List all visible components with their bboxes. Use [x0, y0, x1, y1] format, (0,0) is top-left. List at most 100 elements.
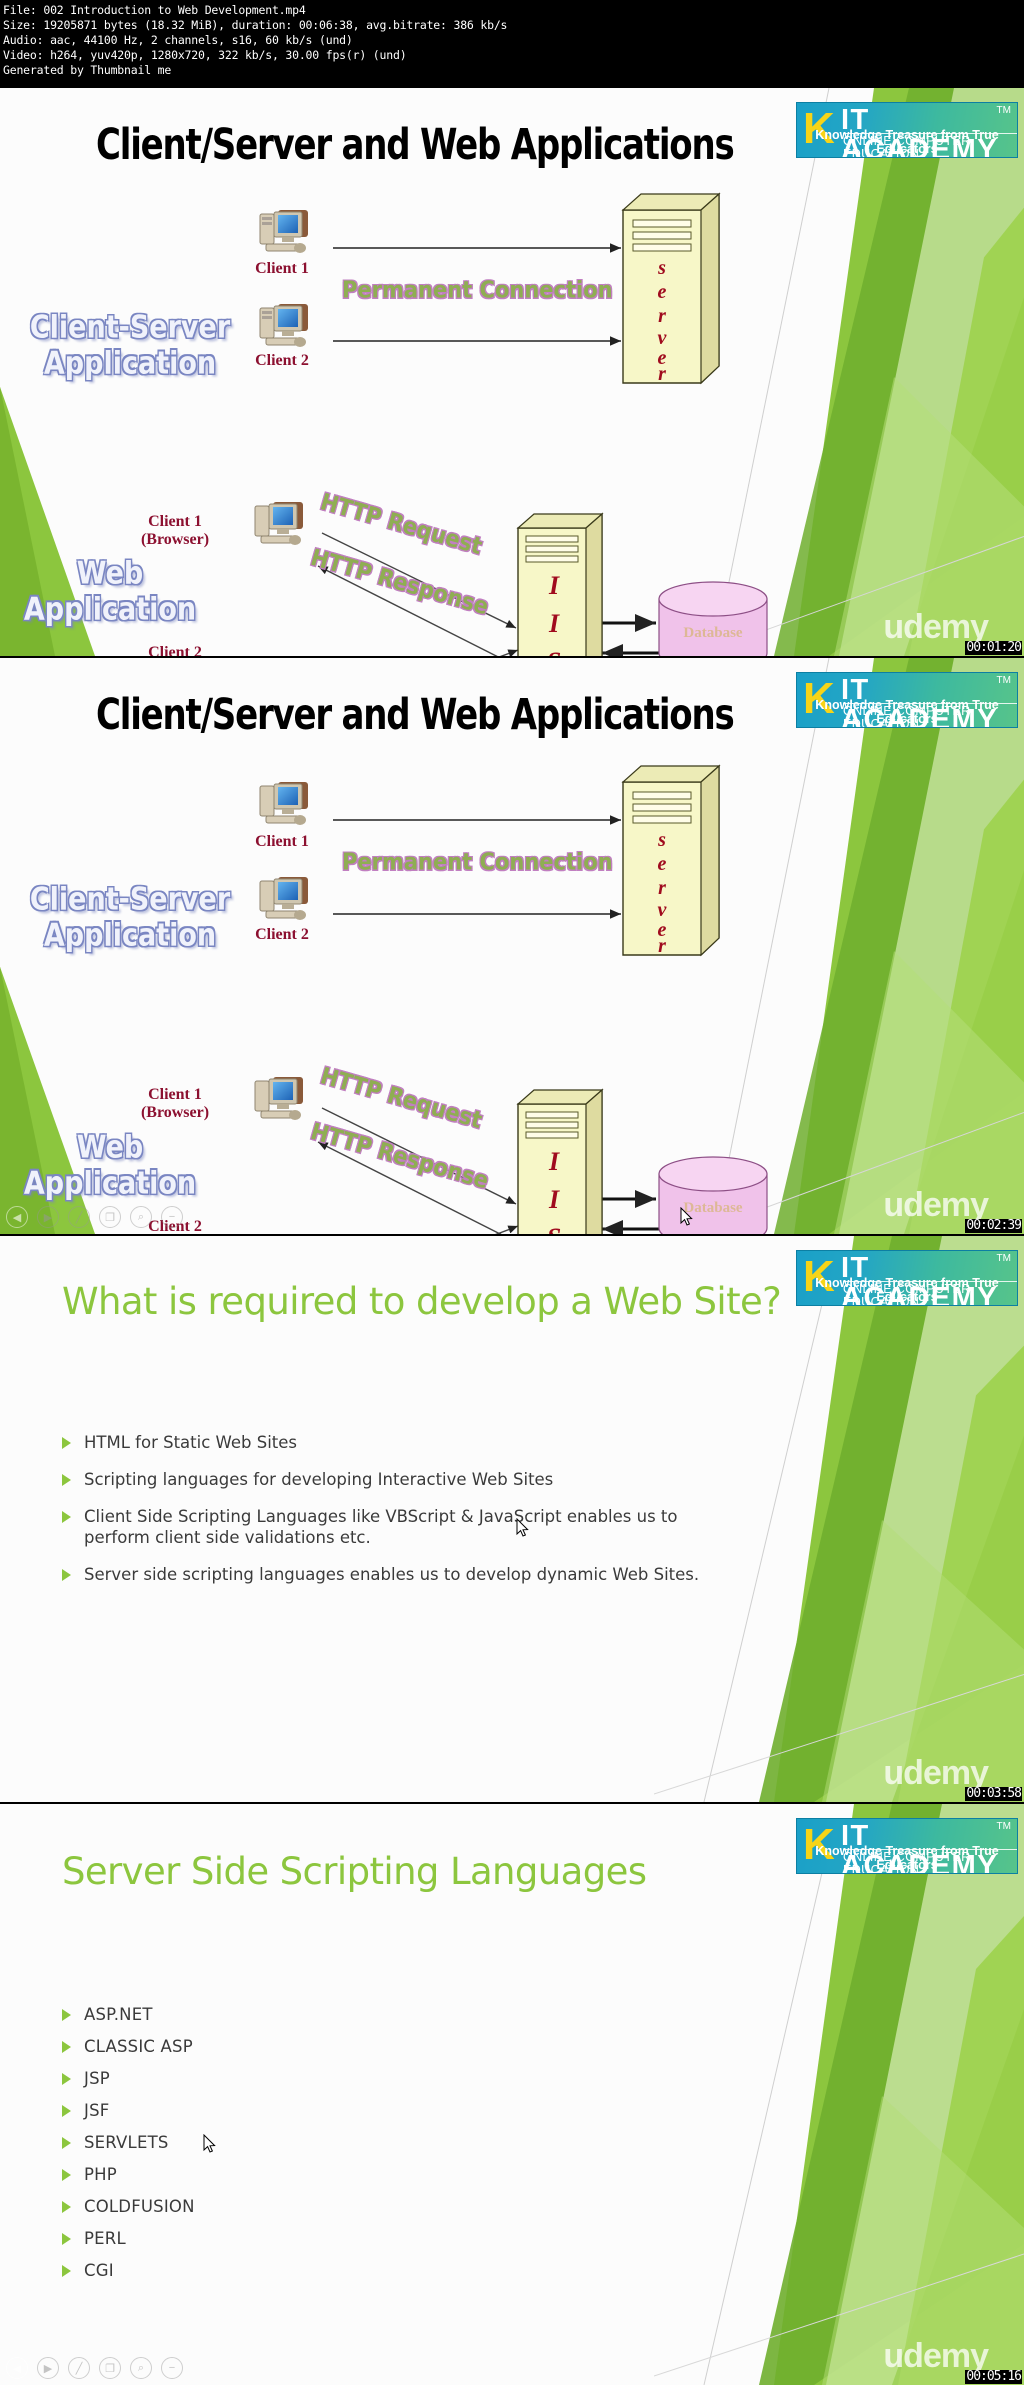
- udemy-watermark: udemy: [883, 1186, 989, 1224]
- udemy-watermark: udemy: [883, 1754, 989, 1792]
- mouse-cursor: [203, 2134, 216, 2153]
- http-request-label: HTTP Request: [317, 488, 486, 560]
- logo-trademark: TM: [996, 675, 1011, 686]
- mouse-cursor: [516, 1518, 529, 1537]
- triangle-bullet-icon: [62, 2073, 71, 2085]
- slide-1-title: Client/Server and Web Applications: [96, 120, 735, 170]
- web-label-line1: Web: [76, 556, 144, 592]
- client-1-label: Client 1: [255, 260, 309, 277]
- it-academy-logo: K IT ACADEMY TM ONLINE COMPUTER EDUCATIO…: [796, 102, 1018, 158]
- list-item: SERVLETS: [62, 2132, 622, 2153]
- file-info-bar: File: 002 Introduction to Web Developmen…: [0, 0, 1024, 88]
- svg-text:e: e: [658, 853, 667, 875]
- client-2-label: Client 2: [255, 352, 309, 369]
- slide-4-title: Server Side Scripting Languages: [62, 1850, 647, 1893]
- pencil-button[interactable]: ╱: [68, 1206, 90, 1228]
- zoom-in-button[interactable]: ⌕: [130, 2357, 152, 2379]
- zoom-out-button[interactable]: −: [161, 1206, 183, 1228]
- triangle-bullet-icon: [62, 1474, 71, 1486]
- slide-thumbnail-2[interactable]: K IT ACADEMY TM ONLINE COMPUTER EDUCATIO…: [0, 658, 1024, 1236]
- slide-2-timecode: 00:02:39: [965, 1218, 1022, 1233]
- list-item: ASP.NET: [62, 2004, 622, 2025]
- logo-trademark: TM: [996, 105, 1011, 116]
- slide-thumbnail-4[interactable]: K IT ACADEMY TM ONLINE COMPUTER EDUCATIO…: [0, 1804, 1024, 2385]
- svg-text:e: e: [658, 281, 667, 303]
- svg-text:I: I: [548, 1185, 560, 1214]
- web-client-1-label: Client 1 (Browser): [120, 513, 230, 549]
- iis-server-tower-icon: I I S: [512, 1084, 608, 1234]
- slide-3-title: What is required to develop a Web Site?: [62, 1280, 782, 1323]
- server-tower-icon: s e r v e r: [615, 188, 725, 388]
- logo-trademark: TM: [996, 1253, 1011, 1264]
- svg-text:S: S: [547, 1223, 561, 1234]
- client-2-computer-icon: [252, 873, 312, 925]
- player-controls[interactable]: ◀ ▶ ╱ ❐ ⌕ −: [6, 1206, 183, 1228]
- svg-text:r: r: [658, 877, 666, 899]
- slide-thumbnail-3[interactable]: K IT ACADEMY TM ONLINE COMPUTER EDUCATIO…: [0, 1236, 1024, 1804]
- client-2-label: Client 2: [255, 926, 309, 943]
- permanent-connection-label: Permanent Connection: [342, 276, 613, 304]
- web-client-1-computer-icon: [247, 1073, 307, 1125]
- client-1-computer-icon: [252, 778, 312, 830]
- svg-text:I: I: [548, 1147, 560, 1176]
- zoom-out-button[interactable]: −: [161, 2357, 183, 2379]
- web-application-label: Web Application: [10, 1130, 210, 1201]
- file-info-line-3: Audio: aac, 44100 Hz, 2 channels, s16, 6…: [3, 33, 353, 47]
- logo-tagline: Knowledge Treasure from True Educators: [815, 128, 999, 156]
- svg-text:s: s: [657, 829, 666, 851]
- list-item: COLDFUSION: [62, 2196, 622, 2217]
- triangle-bullet-icon: [62, 1511, 71, 1523]
- screenshot-button[interactable]: ❐: [99, 1206, 121, 1228]
- triangle-bullet-icon: [62, 2105, 71, 2117]
- web-label-line1: Web: [76, 1130, 144, 1166]
- triangle-bullet-icon: [62, 2009, 71, 2021]
- restart-button[interactable]: ◀: [6, 1206, 28, 1228]
- web-label-line2: Application: [23, 591, 197, 628]
- slide-2-title: Client/Server and Web Applications: [96, 690, 735, 740]
- http-request-label: HTTP Request: [317, 1062, 486, 1134]
- cs-label-line2: Application: [43, 917, 217, 954]
- cs-label-line1: Client-Server: [29, 882, 231, 918]
- svg-text:I: I: [548, 609, 560, 638]
- logo-trademark: TM: [996, 1821, 1011, 1832]
- play-button[interactable]: ▶: [37, 2357, 59, 2379]
- zoom-in-button[interactable]: ⌕: [130, 1206, 152, 1228]
- list-item: PERL: [62, 2228, 622, 2249]
- triangle-bullet-icon: [62, 1437, 71, 1449]
- web-label-line2: Application: [23, 1165, 197, 1202]
- list-item: Client Side Scripting Languages like VBS…: [62, 1506, 722, 1548]
- slide-3-bullet-list: HTML for Static Web Sites Scripting lang…: [62, 1432, 722, 1601]
- triangle-bullet-icon: [62, 2137, 71, 2149]
- slide-1-timecode: 00:01:20: [965, 640, 1022, 655]
- client-server-application-label: Client-Server Application: [10, 310, 250, 381]
- logo-tagline: Knowledge Treasure from True Educators: [815, 1276, 999, 1304]
- slide-4-bullet-list: ASP.NET CLASSIC ASP JSP JSF SERVLETS PHP…: [62, 2004, 622, 2292]
- screenshot-button[interactable]: ❐: [99, 2357, 121, 2379]
- cs-label-line2: Application: [43, 345, 217, 382]
- svg-text:r: r: [658, 935, 666, 957]
- list-item: JSF: [62, 2100, 622, 2121]
- player-controls[interactable]: ◀ ▶ ╱ ❐ ⌕ −: [6, 2357, 183, 2379]
- client-2-computer-icon: [252, 300, 312, 352]
- list-item: HTML for Static Web Sites: [62, 1432, 722, 1453]
- file-info-line-5: Generated by Thumbnail me: [3, 63, 172, 77]
- svg-text:S: S: [547, 647, 561, 656]
- web-client-1-line2: (Browser): [140, 1104, 210, 1121]
- restart-button[interactable]: ◀: [6, 2357, 28, 2379]
- list-item: CGI: [62, 2260, 622, 2281]
- triangle-bullet-icon: [62, 2201, 71, 2213]
- thumbnail-sheet: File: 002 Introduction to Web Developmen…: [0, 0, 1024, 2385]
- svg-text:v: v: [658, 327, 668, 349]
- list-item: Scripting languages for developing Inter…: [62, 1469, 722, 1490]
- logo-tagline: Knowledge Treasure from True Educators: [815, 1844, 999, 1872]
- database-cylinder-icon: Database: [655, 581, 771, 656]
- logo-tagline: Knowledge Treasure from True Educators: [815, 698, 999, 726]
- play-button[interactable]: ▶: [37, 1206, 59, 1228]
- permanent-connection-label: Permanent Connection: [342, 848, 613, 876]
- slide-thumbnail-1[interactable]: K IT ACADEMY TM ONLINE COMPUTER EDUCATIO…: [0, 88, 1024, 658]
- pencil-button[interactable]: ╱: [68, 2357, 90, 2379]
- server-tower-icon: s e r v e r: [615, 760, 725, 960]
- it-academy-logo: K IT ACADEMY TM ONLINE COMPUTER EDUCATIO…: [796, 1818, 1018, 1874]
- web-client-2-line1: Client 2: [148, 644, 202, 656]
- triangle-bullet-icon: [62, 2265, 71, 2277]
